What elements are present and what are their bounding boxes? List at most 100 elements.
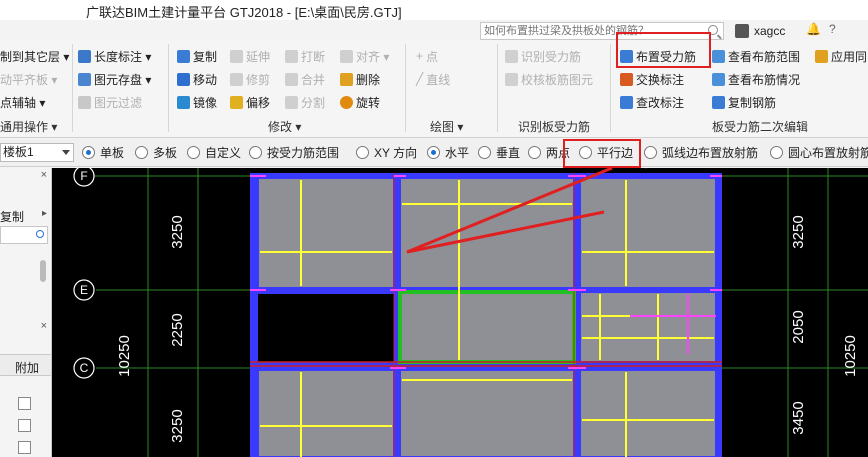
element-save-button[interactable]: 图元存盘 ▾ xyxy=(78,69,151,89)
drawing-canvas[interactable]: F E C 3250 2250 3250 10250 3250 2050 345… xyxy=(52,168,868,457)
move-icon xyxy=(177,72,190,86)
radio-dot[interactable] xyxy=(356,146,369,159)
point-icon: + xyxy=(416,49,424,63)
offset-button[interactable]: 偏移 xyxy=(230,92,270,112)
draw-line-button[interactable]: ╱ 直线 xyxy=(416,69,450,89)
ribbon-separator xyxy=(168,44,169,132)
drawing-svg[interactable]: F E C 3250 2250 3250 10250 3250 2050 345… xyxy=(52,168,868,457)
parallel-edge-callout xyxy=(563,139,641,168)
copy-rebar-icon xyxy=(712,95,725,109)
scrollbar-thumb[interactable] xyxy=(40,260,46,282)
panel-search-input[interactable] xyxy=(0,226,48,244)
radio-dot[interactable] xyxy=(478,146,491,159)
trim-button[interactable]: 修剪 xyxy=(230,69,270,89)
radio-dot[interactable] xyxy=(528,146,541,159)
identify-group-label: 识别板受力筋 xyxy=(518,120,591,134)
save-icon xyxy=(78,72,91,86)
auto-parallel-board-button[interactable]: 动平齐板 ▾ xyxy=(0,69,57,89)
slab-plan xyxy=(250,173,722,457)
ribbon-separator xyxy=(497,44,498,132)
length-dim-button[interactable]: 长度标注 ▾ xyxy=(78,46,151,66)
more-arrow-icon[interactable]: ▸ xyxy=(42,208,47,219)
radio-multi-board[interactable]: 多板 xyxy=(135,144,177,161)
chevron-down-icon[interactable] xyxy=(62,150,70,155)
check-rebar-button[interactable]: 校核板筋图元 xyxy=(505,69,593,89)
swap-icon xyxy=(620,72,633,86)
align-button[interactable]: 对齐 ▾ xyxy=(340,46,389,66)
split-button[interactable]: 分割 xyxy=(285,92,325,112)
dim-right-total: 10250 xyxy=(842,335,859,377)
close-icon[interactable]: × xyxy=(41,169,47,181)
option-bar: 楼板1 单板 多板 自定义 按受力筋范围 XY 方向 水平 垂直 两点 平行边 … xyxy=(0,139,868,168)
checkbox[interactable] xyxy=(18,441,31,454)
radio-vertical[interactable]: 垂直 xyxy=(478,144,520,161)
copy-label[interactable]: 复制 xyxy=(0,208,24,225)
view-range-button[interactable]: 查看布筋范围 xyxy=(712,46,800,66)
radio-horizontal[interactable]: 水平 xyxy=(427,144,469,161)
slab-selected xyxy=(398,290,576,364)
merge-button[interactable]: 合并 xyxy=(285,69,325,89)
copy-button[interactable]: 复制 xyxy=(177,46,217,66)
dim-left-total: 10250 xyxy=(116,335,133,377)
common-ops-label[interactable]: 通用操作 ▾ xyxy=(0,118,57,135)
radio-dot[interactable] xyxy=(644,146,657,159)
draw-point-button[interactable]: + 点 xyxy=(416,46,438,66)
element-filter-button[interactable]: 图元过滤 xyxy=(78,92,142,112)
mirror-button[interactable]: 镜像 xyxy=(177,92,217,112)
apply-same-button[interactable]: 应用同 xyxy=(815,46,867,66)
radio-center-radial[interactable]: 圆心布置放射筋 xyxy=(770,144,868,161)
modify-group-label[interactable]: 修改 ▾ xyxy=(268,118,301,135)
swap-label-button[interactable]: 交换标注 xyxy=(620,69,684,89)
title-bar: 广联达BIM土建计量平台 GTJ2018 - [E:\桌面\民房.GTJ] xyxy=(0,0,868,20)
draw-group-label[interactable]: 绘图 ▾ xyxy=(430,118,463,135)
user-info[interactable]: xagcc xyxy=(735,22,785,40)
radio-arc-radial[interactable]: 弧线边布置放射筋 xyxy=(644,144,758,161)
radio-dot[interactable] xyxy=(249,146,262,159)
radio-dot[interactable] xyxy=(427,146,440,159)
view-label-button[interactable]: 查改标注 xyxy=(620,92,684,112)
slab xyxy=(399,369,575,457)
offset-icon xyxy=(230,95,243,109)
slab xyxy=(257,177,395,289)
axis-label-f: F xyxy=(80,169,87,183)
bell-icon[interactable]: 🔔 xyxy=(806,22,821,36)
close-icon[interactable]: × xyxy=(41,320,47,332)
rotate-icon xyxy=(340,95,353,109)
delete-button[interactable]: 删除 xyxy=(340,69,380,89)
ribbon-separator xyxy=(405,44,406,132)
break-button[interactable]: 打断 xyxy=(285,46,325,66)
radio-custom[interactable]: 自定义 xyxy=(187,144,241,161)
identify-icon xyxy=(505,49,518,63)
props-table-header: 附加 xyxy=(0,354,51,376)
view-range-icon xyxy=(712,49,725,63)
opening xyxy=(258,294,394,362)
rotate-button[interactable]: 旋转 xyxy=(340,92,380,112)
search-icon[interactable] xyxy=(36,230,44,238)
radio-dot[interactable] xyxy=(135,146,148,159)
view-label-icon xyxy=(620,95,633,109)
copy-to-other-floor-button[interactable]: 制到其它层 ▾ xyxy=(0,46,69,66)
checkbox[interactable] xyxy=(18,397,31,410)
radio-dot[interactable] xyxy=(187,146,200,159)
radio-dot[interactable] xyxy=(82,146,95,159)
mirror-icon xyxy=(177,95,190,109)
extend-button[interactable]: 延伸 xyxy=(230,46,270,66)
point-aux-axis-button[interactable]: 点辅轴 ▾ xyxy=(0,92,45,112)
radio-xy-direction[interactable]: XY 方向 xyxy=(356,144,417,161)
ribbon-separator xyxy=(72,44,73,132)
avatar[interactable] xyxy=(735,24,749,38)
help-icon[interactable]: ? xyxy=(829,22,836,36)
copy-rebar-button[interactable]: 复制钢筋 xyxy=(712,92,776,112)
view-layout-button[interactable]: 查看布筋情况 xyxy=(712,69,800,89)
identify-rebar-button[interactable]: 识别受力筋 xyxy=(505,46,581,66)
slab xyxy=(579,177,717,289)
radio-by-range[interactable]: 按受力筋范围 xyxy=(249,144,339,161)
move-button[interactable]: 移动 xyxy=(177,69,217,89)
radio-single-board[interactable]: 单板 xyxy=(82,144,124,161)
split-icon xyxy=(285,95,298,109)
floor-combo[interactable]: 楼板1 xyxy=(0,143,74,162)
user-name: xagcc xyxy=(754,24,786,38)
check-icon xyxy=(505,72,518,86)
radio-dot[interactable] xyxy=(770,146,783,159)
checkbox[interactable] xyxy=(18,419,31,432)
